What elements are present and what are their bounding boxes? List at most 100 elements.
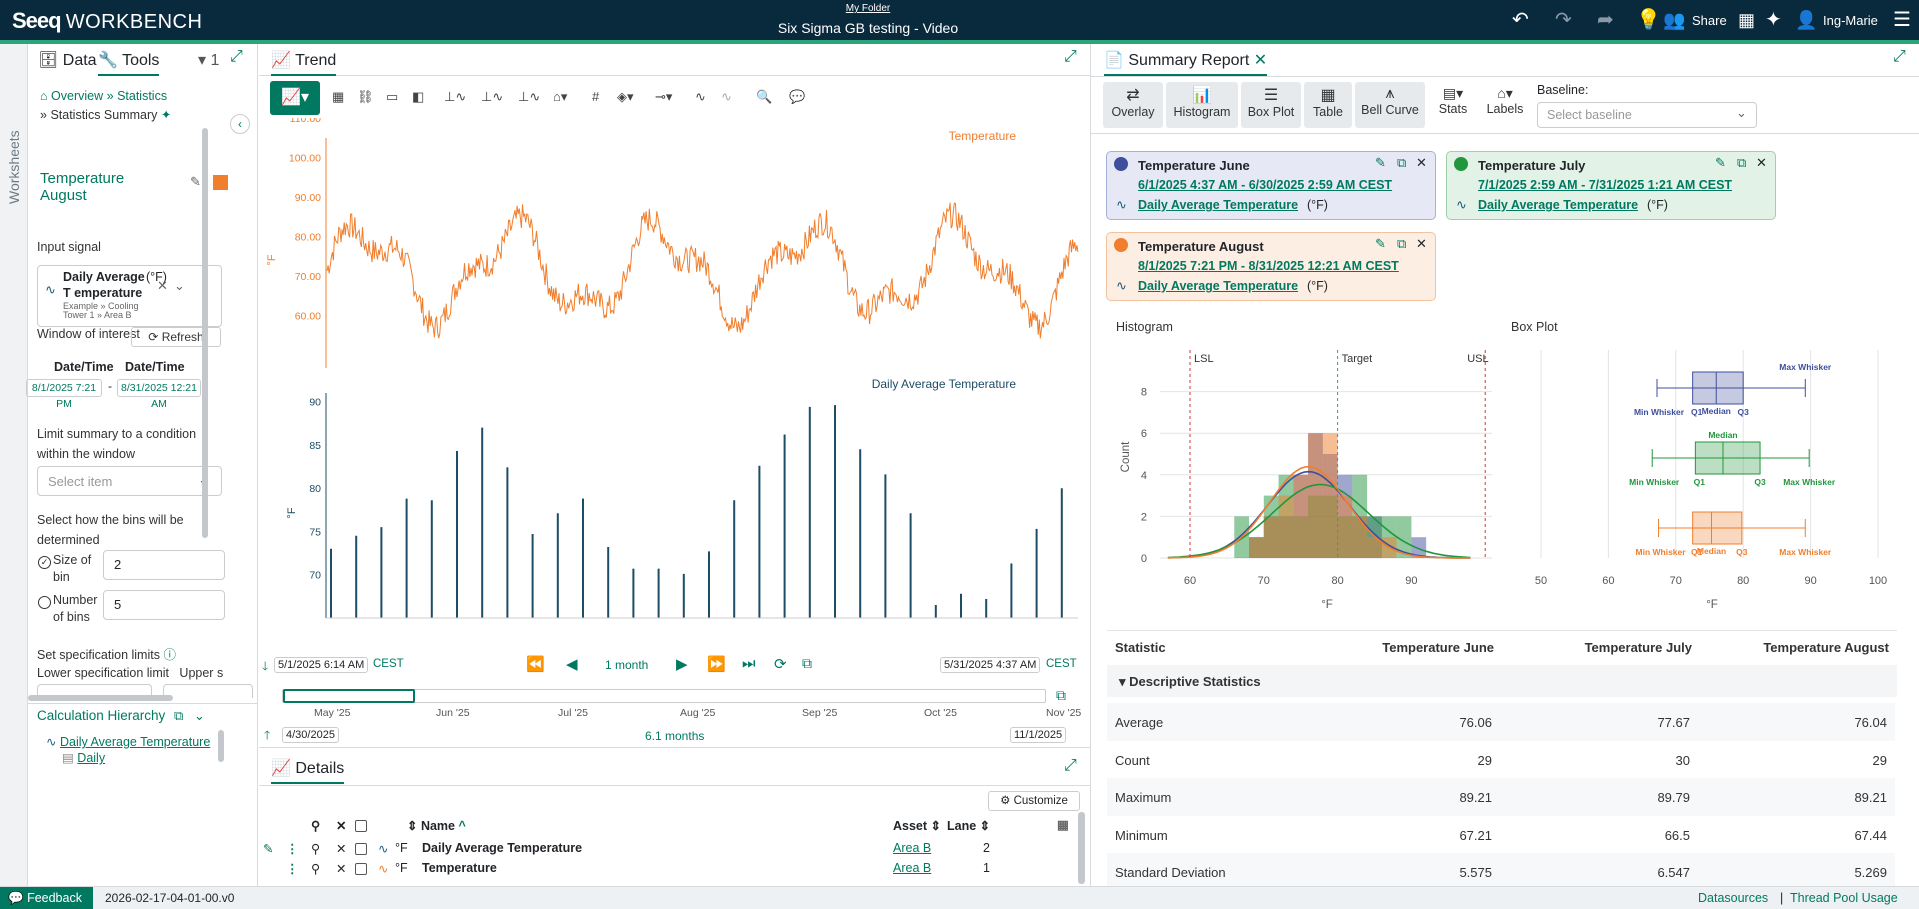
hierarchy-scrollbar[interactable] [218,730,224,762]
user-name[interactable]: Ing-Marie [1823,13,1878,28]
navigator-end[interactable]: 11/1/2025 [1010,727,1067,743]
trend-chart[interactable]: Temperature 110.00 100.00 90.00 80.00 70.00 6… [259,118,1090,628]
breadcrumb-statistics[interactable]: Statistics [117,89,167,103]
histogram-chart[interactable]: Histogram 0 2 4 6 8 60 70 80 90 LSL Target USL Cou… [1107,312,1517,612]
more-icon[interactable]: ⋮ [286,841,299,856]
stats-section[interactable]: ▾ Descriptive Statistics [1107,665,1897,697]
calendar-view-icon[interactable]: ▦ [332,89,344,105]
display-start[interactable]: 5/1/2025 6:14 AM [274,657,369,673]
size-of-bin-input[interactable]: 2 [103,550,225,580]
name-column-header[interactable]: ⇕ Name ^ [407,818,466,833]
folder-link[interactable]: My Folder [0,3,1736,14]
chevron-down-icon[interactable]: ⌄ [174,278,185,294]
share-users-icon[interactable]: 👥 [1663,8,1685,32]
asset-column-header[interactable]: Asset ⇕ [893,818,941,833]
horizontal-scrollbar[interactable] [28,695,173,701]
number-of-bins-input[interactable]: 5 [103,590,225,620]
expand-icon[interactable]: ⤢ [1893,48,1906,66]
copy-icon[interactable]: ⧉ [1397,155,1406,171]
labels-button[interactable]: ⌂▾ Labels [1480,82,1530,128]
tab-tools[interactable]: 🔧 Tools [98,50,160,76]
zoom-fit-icon[interactable]: ⧉ [1056,687,1066,704]
start-arrow-icon[interactable]: 🡓 [262,657,268,678]
layout-icon[interactable]: ◧ [412,89,424,105]
worksheets-strip[interactable]: Worksheets [0,44,28,886]
condition-select[interactable]: Select item ⌄ [37,466,222,496]
select-all-checkbox[interactable] [355,820,367,832]
timezone-start[interactable]: CEST [373,658,404,670]
collapse-panel-button[interactable]: ‹ [230,114,250,134]
close-icon[interactable]: ✕ [1416,236,1427,252]
lanes-icon[interactable]: ⊥∿ [518,89,540,105]
series-color-dot[interactable] [1114,238,1128,252]
tab-trend[interactable]: 📈 Trend [271,50,337,76]
navigator-start[interactable]: 4/30/2025 [282,727,339,743]
pencil-icon[interactable]: ✎ [190,174,201,190]
popout-icon[interactable]: ⧉ [174,708,183,724]
series-color-dot[interactable] [1454,157,1468,171]
redo-icon[interactable]: ↷ [1555,8,1572,32]
pencil-icon[interactable]: ✎ [1715,155,1726,171]
pin-icon[interactable]: ⚲ [311,818,320,833]
expand-icon[interactable]: ⤢ [1064,757,1077,775]
customize-button[interactable]: ⚙ Customize [988,791,1080,811]
customize-icon[interactable]: ∿ [721,89,732,105]
card-range[interactable]: 8/1/2025 7:21 PM - 8/31/2025 12:21 AM CE… [1138,259,1399,273]
bell-curve-button[interactable]: ⩚ Bell Curve [1355,82,1425,128]
color-swatch[interactable] [213,175,228,190]
row-asset[interactable]: Area B [893,861,931,875]
remove-icon[interactable]: ✕ [336,861,346,876]
calc-hierarchy-subitem[interactable]: ▤ Daily [62,750,105,765]
label-tag-icon[interactable]: ⌂▾ [553,89,567,105]
period-label[interactable]: 1 month [605,658,648,672]
pencil-icon[interactable]: ✎ [1375,236,1386,252]
boxplot-button[interactable]: ☰ Box Plot [1241,82,1301,128]
user-icon[interactable]: 👤 [1795,8,1817,32]
expand-icon[interactable]: ⤢ [1064,48,1077,66]
section-toggle[interactable]: ▾ Descriptive Statistics [1119,674,1261,690]
details-scrollbar[interactable] [1078,812,1085,884]
step-forward-icon[interactable]: ▶ [676,655,688,673]
navigator-selection[interactable] [283,689,415,703]
help-icon[interactable]: ⓘ [163,648,176,662]
link-icon[interactable]: ⛓ [357,89,374,105]
clear-icon[interactable]: ✕ [157,278,168,294]
calc-hierarchy-item[interactable]: ∿ Daily Average Temperature [46,734,210,749]
card-range[interactable]: 7/1/2025 2:59 AM - 7/31/2025 1:21 AM CES… [1478,178,1732,192]
pin-icon[interactable]: ⚲ [311,841,320,856]
tab-summary-report[interactable]: 📄 Summary Report ✕ [1104,50,1268,76]
share-button[interactable]: Share [1692,13,1727,28]
breadcrumb-overview[interactable]: Overview [51,89,103,103]
menu-icon[interactable]: ☰ [1893,8,1911,32]
datasources-link[interactable]: Datasources [1698,891,1768,905]
edit-icon[interactable]: ✎ [263,841,273,856]
copy-icon[interactable]: ⧉ [1737,155,1746,171]
details-row[interactable]: ✎ ⋮ ⚲ ✕ ∿ °F Daily Average Temperature A… [259,840,1084,860]
axis-icon[interactable]: ⊥∿ [444,89,466,105]
tab-data[interactable]: 🗄 Data [38,50,97,70]
lane-column-header[interactable]: Lane ⇕ [947,818,990,833]
card-signal[interactable]: Daily Average Temperature [1478,198,1638,212]
zoom-icon[interactable]: 🔍 [756,89,772,105]
row-checkbox[interactable] [355,863,367,875]
number-of-bins-radio[interactable] [38,596,51,609]
close-icon[interactable]: ✕ [1756,155,1767,171]
chart-type-button[interactable]: 📈▾ [270,81,320,115]
calculation-name[interactable]: Temperature August [40,170,150,204]
card-signal[interactable]: Daily Average Temperature [1138,279,1298,293]
end-date-input[interactable]: 8/31/2025 12:21 AM [117,379,201,410]
axis-align-icon[interactable]: ⊥∿ [481,89,503,105]
worksheets-label[interactable]: Worksheets [6,130,22,204]
step-forward-double-icon[interactable]: ⏩ [707,655,726,673]
details-row[interactable]: ⋮ ⚲ ✕ ∿ °F Temperature Area B 1 [259,860,1084,880]
row-checkbox[interactable] [355,843,367,855]
comment-icon[interactable]: 💬 [789,89,805,105]
overlay-button[interactable]: ⇄ Overlay [1103,82,1163,128]
line-style-icon[interactable]: ⊸▾ [655,89,672,105]
sparkle-icon[interactable]: ✦ [1765,8,1782,32]
journal-count[interactable]: ▾ 1 [198,50,219,70]
feedback-button[interactable]: 💬 Feedback [0,887,93,909]
column-config-icon[interactable]: ▦ [1057,817,1069,832]
card-august[interactable]: Temperature August ✎ ⧉ ✕ 8/1/2025 7:21 P… [1106,232,1436,301]
fill-icon[interactable]: ◈▾ [617,89,634,105]
